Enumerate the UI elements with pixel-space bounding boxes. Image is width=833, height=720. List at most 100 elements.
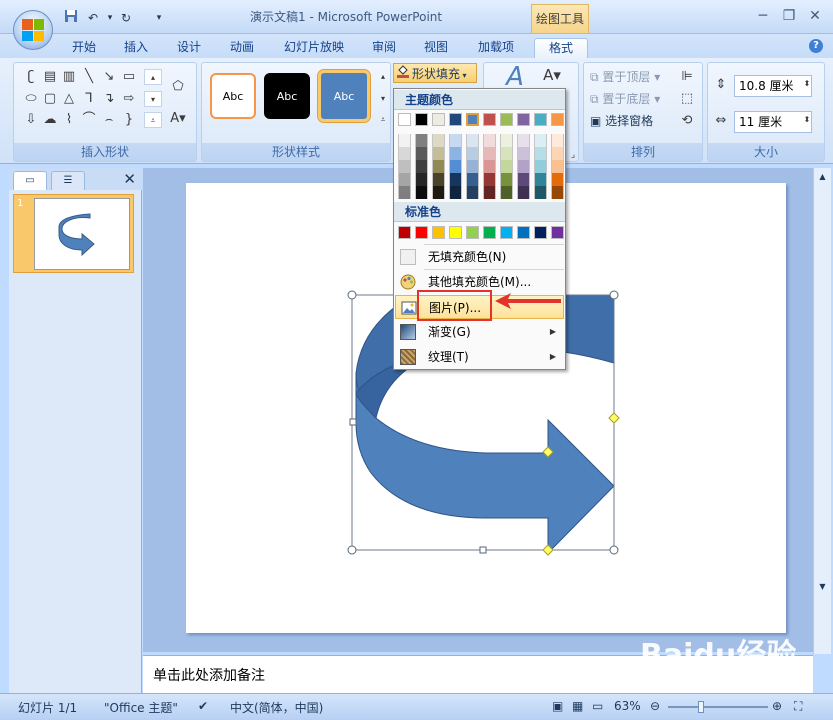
slideshow-view-icon[interactable]: ▭ [592,699,603,713]
theme-shade-swatch[interactable] [432,160,445,173]
fit-to-window-icon[interactable]: ⛶ [794,699,802,714]
zoom-in-icon[interactable]: ⊕ [772,699,782,713]
theme-shade-swatch[interactable] [483,160,496,173]
save-icon[interactable] [62,9,80,27]
theme-shade-swatch[interactable] [449,173,462,186]
theme-shade-swatch[interactable] [466,134,479,147]
rectangle-shape-icon[interactable]: ▭ [120,69,138,85]
theme-shade-swatch[interactable] [398,173,411,186]
slides-tab-icon[interactable]: ▭ [13,171,47,190]
triangle-shape-icon[interactable]: △ [60,91,78,107]
tab-insert[interactable]: 插入 [118,38,154,58]
theme-shade-swatch[interactable] [449,160,462,173]
arc-shape-icon[interactable]: ⌒ [80,112,98,128]
theme-shade-swatch[interactable] [500,160,513,173]
standard-color-swatch[interactable] [551,226,564,239]
theme-color-swatch[interactable] [449,113,462,126]
width-spinner-icon[interactable]: ⬍ [798,112,816,128]
standard-color-swatch[interactable] [466,226,479,239]
notes-placeholder[interactable]: 单击此处添加备注 [153,665,265,685]
standard-color-swatch[interactable] [534,226,547,239]
style-preset-orange-outline[interactable]: Abc [210,73,256,119]
maximize-icon[interactable]: ❐ [776,6,802,26]
textbox-shape-icon[interactable]: ▤ [41,69,59,85]
theme-shade-swatch[interactable] [517,160,530,173]
theme-shade-swatch[interactable] [534,134,547,147]
arrow-line-shape-icon[interactable]: ↘ [100,69,118,85]
theme-color-swatch[interactable] [483,113,496,126]
customize-qat-icon[interactable]: ▾ [150,9,168,27]
standard-color-swatch[interactable] [398,226,411,239]
spell-check-icon[interactable]: ✔ [198,699,208,713]
edit-shape-icon[interactable]: ⬠ [166,79,190,95]
theme-shade-swatch[interactable] [517,186,530,199]
theme-shade-swatch[interactable] [432,147,445,160]
theme-shade-swatch[interactable] [517,134,530,147]
theme-shade-swatch[interactable] [483,186,496,199]
theme-shade-swatch[interactable] [500,186,513,199]
theme-shade-swatch[interactable] [534,147,547,160]
elbow-connector-shape-icon[interactable]: ⅂ [80,91,98,107]
theme-shade-swatch[interactable] [483,173,496,186]
styles-scroll-down-icon[interactable]: ▾ [374,91,392,107]
theme-shade-swatch[interactable] [551,147,564,160]
slide-thumbnail[interactable] [34,198,130,270]
theme-shade-swatch[interactable] [534,173,547,186]
style-preset-black[interactable]: Abc [264,73,310,119]
theme-shade-swatch[interactable] [398,186,411,199]
zoom-out-icon[interactable]: ⊖ [650,699,660,713]
tab-slideshow[interactable]: 幻灯片放映 [280,38,348,58]
tab-review[interactable]: 审阅 [366,38,402,58]
help-icon[interactable]: ? [809,39,823,53]
textbox-insert-icon[interactable]: A▾ [166,111,190,127]
vertical-textbox-shape-icon[interactable]: ▥ [60,69,78,85]
theme-shade-swatch[interactable] [398,147,411,160]
selection-pane-button[interactable]: ▣ 选择窗格 [590,111,653,131]
cloud-shape-icon[interactable]: ☁ [41,112,59,128]
standard-color-swatch[interactable] [415,226,428,239]
theme-shade-swatch[interactable] [466,186,479,199]
scroll-up-icon[interactable]: ▲ [816,170,829,184]
tab-home[interactable]: 开始 [66,38,102,58]
slide-sorter-icon[interactable]: ▦ [572,699,583,713]
gradient-fill-item[interactable]: 渐变(G) ▶ [395,320,564,344]
theme-shade-swatch[interactable] [466,147,479,160]
theme-shade-swatch[interactable] [449,147,462,160]
tab-view[interactable]: 视图 [418,38,454,58]
styles-more-icon[interactable]: ⩡ [374,112,392,128]
down-arrow-shape-icon[interactable]: ⇩ [22,112,40,128]
theme-shade-swatch[interactable] [449,134,462,147]
theme-color-swatch[interactable] [551,113,564,126]
theme-shade-swatch[interactable] [466,160,479,173]
theme-shade-swatch[interactable] [415,186,428,199]
theme-color-swatch[interactable] [466,113,479,126]
theme-shade-swatch[interactable] [449,186,462,199]
rotate-icon[interactable]: ⟲ [678,113,696,129]
outline-tab-icon[interactable]: ☰ [51,171,85,190]
scroll-down-icon[interactable]: ▼ [816,580,829,594]
office-button[interactable] [13,10,53,50]
shapes-more-icon[interactable]: ⩡ [144,112,162,128]
shapes-scroll-down-icon[interactable]: ▾ [144,91,162,107]
standard-color-swatch[interactable] [432,226,445,239]
theme-color-swatch[interactable] [432,113,445,126]
theme-shade-swatch[interactable] [432,173,445,186]
theme-shade-swatch[interactable] [466,173,479,186]
minimize-icon[interactable]: ─ [750,6,776,26]
normal-view-icon[interactable]: ▣ [552,699,563,713]
align-icon[interactable]: ⊫ [678,69,696,85]
brace-shape-icon[interactable]: } [120,112,138,128]
bring-to-front-button[interactable]: ⧉ 置于顶层 ▾ [590,67,660,87]
bracket-shape-icon[interactable]: ⌢ [100,112,118,128]
rounded-rect-shape-icon[interactable]: ▢ [41,91,59,107]
theme-shade-swatch[interactable] [551,173,564,186]
theme-shade-swatch[interactable] [500,134,513,147]
standard-color-swatch[interactable] [449,226,462,239]
theme-shade-swatch[interactable] [483,147,496,160]
vertical-scrollbar[interactable]: ▲ ▼ [813,168,831,654]
theme-shade-swatch[interactable] [534,160,547,173]
tab-design[interactable]: 设计 [171,38,207,58]
theme-shade-swatch[interactable] [517,147,530,160]
line-shape-icon[interactable]: ╲ [80,69,98,85]
theme-shade-swatch[interactable] [551,160,564,173]
